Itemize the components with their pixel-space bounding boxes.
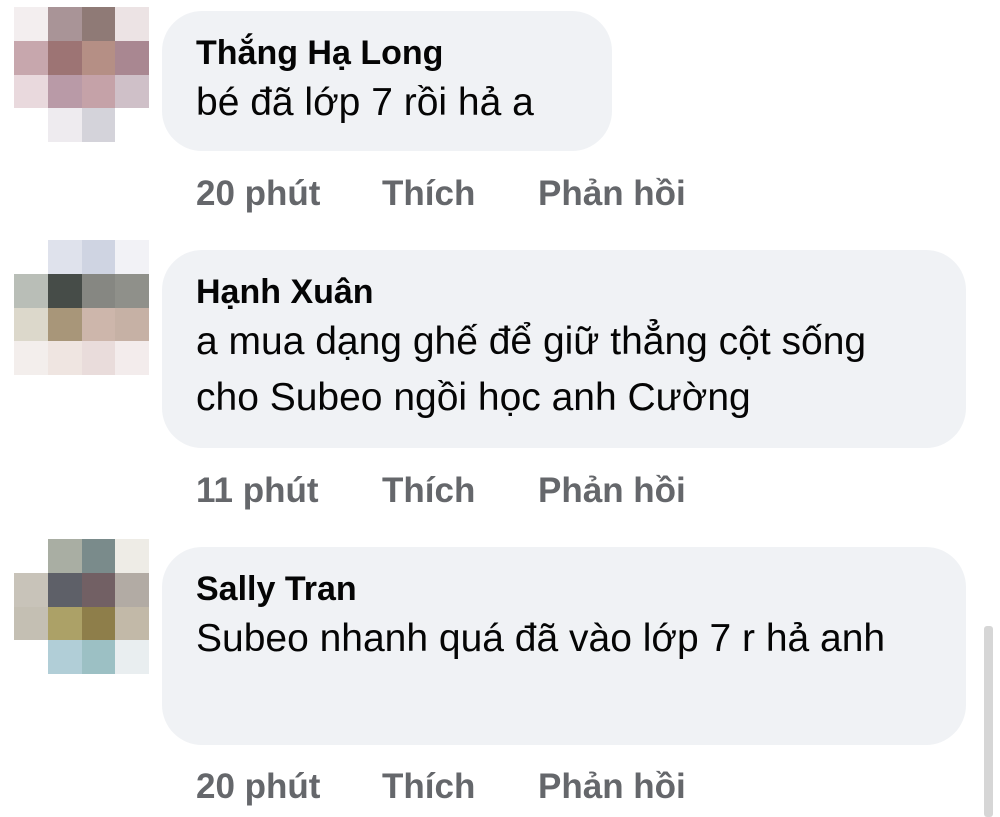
- avatar-pixel: [14, 74, 48, 109]
- comment-timestamp[interactable]: 20 phút: [196, 174, 320, 214]
- avatar-pixel: [47, 572, 82, 607]
- avatar-pixel: [14, 273, 48, 308]
- avatar-pixel: [47, 7, 82, 41]
- comment-bubble: Hạnh Xuân a mua dạng ghế để giữ thẳng cộ…: [162, 250, 966, 448]
- avatar-pixel: [115, 40, 149, 75]
- avatar-pixel: [47, 539, 82, 573]
- reply-button[interactable]: Phản hồi: [538, 767, 686, 807]
- comment-text: bé đã lớp 7 rồi hả a: [196, 81, 534, 124]
- avatar[interactable]: [14, 7, 149, 142]
- avatar-pixel: [115, 572, 149, 607]
- comments-page: Thắng Hạ Long bé đã lớp 7 rồi hả a 20 ph…: [0, 0, 1000, 817]
- avatar-pixel: [115, 108, 149, 142]
- avatar-pixel: [115, 539, 149, 573]
- like-button[interactable]: Thích: [382, 471, 475, 511]
- avatar-pixel: [47, 74, 82, 109]
- comment-text: a mua dạng ghế để giữ thẳng cột sống cho…: [196, 320, 867, 419]
- avatar-pixel: [47, 606, 82, 641]
- scrollbar[interactable]: [984, 626, 993, 817]
- avatar[interactable]: [14, 240, 149, 375]
- avatar-pixel: [115, 341, 149, 375]
- avatar-pixel: [47, 273, 82, 308]
- avatar-pixel: [81, 108, 116, 142]
- avatar-pixel: [47, 640, 82, 674]
- avatar-pixel: [47, 40, 82, 75]
- avatar-pixel: [81, 273, 116, 308]
- avatar-pixel: [115, 273, 149, 308]
- avatar-pixel: [14, 40, 48, 75]
- avatar-pixel: [81, 539, 116, 573]
- avatar-pixel: [115, 240, 149, 274]
- comment-bubble: Sally Tran Subeo nhanh quá đã vào lớp 7 …: [162, 547, 966, 745]
- avatar-pixel: [14, 341, 48, 375]
- avatar-pixel: [14, 539, 48, 573]
- avatar-pixel: [115, 7, 149, 41]
- comment-author[interactable]: Thắng Hạ Long: [196, 33, 578, 73]
- avatar-pixel: [81, 240, 116, 274]
- avatar-pixel: [81, 40, 116, 75]
- comment-author[interactable]: Hạnh Xuân: [196, 272, 932, 312]
- avatar-pixel: [81, 74, 116, 109]
- avatar-pixel: [115, 606, 149, 641]
- comment-timestamp[interactable]: 20 phút: [196, 767, 320, 807]
- avatar-pixel: [81, 572, 116, 607]
- avatar-pixel: [14, 572, 48, 607]
- avatar-pixel: [47, 307, 82, 342]
- avatar-pixel: [115, 74, 149, 109]
- avatar-pixel: [47, 341, 82, 375]
- avatar-pixel: [14, 307, 48, 342]
- avatar-pixel: [14, 108, 48, 142]
- comment-text: Subeo nhanh quá đã vào lớp 7 r hả anh: [196, 617, 886, 660]
- avatar-pixel: [14, 240, 48, 274]
- avatar-pixel: [81, 640, 116, 674]
- avatar-pixel: [81, 606, 116, 641]
- avatar-pixel: [115, 640, 149, 674]
- avatar-pixel: [47, 240, 82, 274]
- avatar-pixel: [81, 307, 116, 342]
- avatar-pixel: [47, 108, 82, 142]
- avatar-pixel: [14, 606, 48, 641]
- like-button[interactable]: Thích: [382, 174, 475, 214]
- comment-author[interactable]: Sally Tran: [196, 569, 932, 609]
- comment-bubble: Thắng Hạ Long bé đã lớp 7 rồi hả a: [162, 11, 612, 151]
- avatar-pixel: [14, 640, 48, 674]
- avatar-pixel: [81, 7, 116, 41]
- like-button[interactable]: Thích: [382, 767, 475, 807]
- avatar-pixel: [14, 7, 48, 41]
- avatar-pixel: [81, 341, 116, 375]
- avatar-pixel: [115, 307, 149, 342]
- reply-button[interactable]: Phản hồi: [538, 471, 686, 511]
- avatar[interactable]: [14, 539, 149, 674]
- reply-button[interactable]: Phản hồi: [538, 174, 686, 214]
- comment-timestamp[interactable]: 11 phút: [196, 471, 319, 511]
